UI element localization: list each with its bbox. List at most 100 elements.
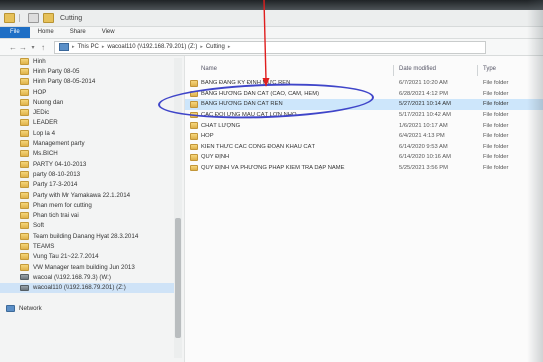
file-type: File folder xyxy=(483,101,509,108)
up-arrow-icon[interactable]: ↑ xyxy=(38,43,48,52)
nav-item-folder[interactable]: Hinh Party 08-05-2014 xyxy=(0,77,174,87)
folder-icon xyxy=(20,232,29,240)
folder-icon xyxy=(20,191,29,199)
nav-scrollbar[interactable] xyxy=(174,58,182,358)
nav-item-label: Ms.BICH xyxy=(33,150,58,158)
file-type: File folder xyxy=(483,143,509,150)
folder-icon xyxy=(20,212,29,220)
tab-share[interactable]: Share xyxy=(62,27,94,38)
folder-icon xyxy=(190,154,198,161)
nav-item-label: Hinh Party 08-05-2014 xyxy=(33,78,96,86)
column-header-date[interactable]: Date modified xyxy=(399,66,436,72)
nav-item-label: Team building Danang Hyat 28.3.2014 xyxy=(33,232,139,240)
breadcrumb-this-pc[interactable]: This PC xyxy=(75,44,102,50)
breadcrumb-drive[interactable]: wacoal110 (\\192.168.79.201) (Z:) xyxy=(104,44,200,50)
folder-icon xyxy=(20,98,29,106)
folder-icon xyxy=(20,78,29,86)
nav-item-folder[interactable]: Party 17-3-2014 xyxy=(0,180,174,190)
nav-item-folder[interactable]: Hinh Party 08-05 xyxy=(0,66,174,76)
nav-item-folder[interactable]: Phan mem for cutting xyxy=(0,200,174,210)
nav-item-folder[interactable]: Phan tich trai vai xyxy=(0,210,174,220)
folder-icon xyxy=(20,119,29,127)
nav-item-label: VW Manager team building Jun 2013 xyxy=(33,263,135,271)
nav-item-folder[interactable]: TEAMS xyxy=(0,241,174,251)
nav-item-folder[interactable]: Team building Danang Hyat 28.3.2014 xyxy=(0,231,174,241)
nav-item-folder[interactable]: Nuong dan xyxy=(0,97,174,107)
recent-locations-icon[interactable]: ▾ xyxy=(28,44,38,51)
folder-icon xyxy=(20,160,29,168)
folder-icon xyxy=(20,242,29,250)
nav-item-folder[interactable]: JEDic xyxy=(0,107,174,117)
file-name: CÁC ĐỐI ỨNG MẪU CẮT LỚN NHỎ xyxy=(201,111,297,118)
nav-item-folder[interactable]: Vung Tau 21~22.7.2014 xyxy=(0,252,174,262)
file-row[interactable]: QUY ĐỊNH 6/14/2020 10:16 AM File folder xyxy=(185,152,543,162)
file-date-modified: 6/14/2020 9:53 AM xyxy=(399,143,448,150)
nav-item-label: Management party xyxy=(33,140,85,148)
file-row[interactable]: BẢNG HƯỚNG DẪN CẮT REN 5/27/2021 10:14 AM… xyxy=(185,99,543,110)
network-drive-icon xyxy=(20,274,29,281)
folder-icon xyxy=(20,253,29,261)
network-icon xyxy=(6,304,15,312)
address-row: ← → ▾ ↑ ▸ This PC ▸ wacoal110 (\\192.168… xyxy=(0,39,543,56)
file-row[interactable]: HOP 6/4/2021 4:13 PM File folder xyxy=(185,131,543,141)
ribbon-tabs: File Home Share View xyxy=(0,27,543,39)
tab-view[interactable]: View xyxy=(94,27,123,38)
file-row[interactable]: QUY ĐỊNH VÀ PHƯƠNG PHÁP KIỂM TRA DẬP NAM… xyxy=(185,163,543,173)
nav-item-folder[interactable]: Ms.BICH xyxy=(0,149,174,159)
new-folder-icon[interactable] xyxy=(43,13,54,23)
back-arrow-icon[interactable]: ← xyxy=(8,43,18,52)
folder-icon xyxy=(190,122,198,129)
file-name: KIẾN THỨC CÁC CÔNG ĐOẠN KHÂU CẮT xyxy=(201,143,316,150)
file-row[interactable]: BẢNG HƯỚNG DẪN CẮT (CAO, CAM, HEM) 6/28/2… xyxy=(185,89,543,99)
file-list-pane: Name Date modified Type BẢNG ĐĂNG KÝ ĐỊN… xyxy=(185,56,543,362)
navigation-pane: Hinh Hinh Party 08-05 Hinh Party 08-05-201… xyxy=(0,56,185,362)
column-header-name[interactable]: Name xyxy=(201,66,217,72)
nav-item-folder[interactable]: party 08-10-2013 xyxy=(0,169,174,179)
forward-arrow-icon[interactable]: → xyxy=(18,43,28,52)
file-row[interactable]: CÁC ĐỐI ỨNG MẪU CẮT LỚN NHỎ 5/17/2021 10:… xyxy=(185,110,543,120)
breadcrumb-cutting[interactable]: Cutting xyxy=(203,44,228,50)
file-date-modified: 5/25/2021 3:56 PM xyxy=(399,164,448,171)
nav-item-drive[interactable]: wacoal110 (\\192.168.79.201) (Z:) xyxy=(0,282,174,293)
file-row[interactable]: CHẤT LƯỢNG 1/6/2021 10:17 AM File folder xyxy=(185,120,543,130)
column-header-type[interactable]: Type xyxy=(483,66,496,72)
nav-item-label: LEADER xyxy=(33,119,58,127)
file-row[interactable]: KIẾN THỨC CÁC CÔNG ĐOẠN KHÂU CẮT 6/14/202… xyxy=(185,142,543,152)
folder-icon xyxy=(190,143,198,151)
file-row[interactable]: BẢNG ĐĂNG KÝ ĐỊNH MỨC REN 6/7/2021 10:20 … xyxy=(185,78,543,88)
nav-item-folder[interactable]: HOP xyxy=(0,87,174,97)
tab-home[interactable]: Home xyxy=(30,27,62,38)
column-divider[interactable] xyxy=(393,65,394,76)
file-type: File folder xyxy=(483,111,509,118)
file-date-modified: 6/7/2021 10:20 AM xyxy=(399,80,448,87)
file-type: File folder xyxy=(483,164,509,171)
address-bar[interactable]: ▸ This PC ▸ wacoal110 (\\192.168.79.201)… xyxy=(54,40,486,54)
folder-icon xyxy=(20,181,29,189)
nav-item-folder[interactable]: Soft xyxy=(0,221,174,231)
folder-icon xyxy=(190,101,198,108)
file-name: HOP xyxy=(201,133,214,140)
nav-item-label: Vung Tau 21~22.7.2014 xyxy=(33,253,99,261)
nav-item-folder[interactable]: Hinh xyxy=(0,56,174,66)
nav-item-label: Hinh xyxy=(33,57,46,65)
title-separator xyxy=(19,14,20,22)
nav-item-folder[interactable]: Party with Mr Yamakawa 22.1.2014 xyxy=(0,190,174,200)
tab-file[interactable]: File xyxy=(0,27,30,38)
file-type: File folder xyxy=(483,133,509,140)
folder-icon xyxy=(4,13,15,23)
nav-item-folder[interactable]: Lop la 4 xyxy=(0,128,174,138)
folder-icon xyxy=(20,88,29,96)
nav-item-network[interactable]: Network xyxy=(0,303,174,313)
folder-icon xyxy=(190,133,198,140)
column-divider[interactable] xyxy=(477,65,478,76)
nav-item-folder[interactable]: VW Manager team building Jun 2013 xyxy=(0,262,174,272)
nav-item-folder[interactable]: Management party xyxy=(0,138,174,148)
file-type: File folder xyxy=(483,154,509,161)
nav-item-folder[interactable]: LEADER xyxy=(0,118,174,128)
nav-scroll-thumb[interactable] xyxy=(175,218,181,338)
nav-item-folder[interactable]: PARTY 04-10-2013 xyxy=(0,159,174,169)
properties-icon[interactable] xyxy=(28,13,39,23)
nav-item-drive[interactable]: wacoal (\\192.168.79.3) (W:) xyxy=(0,272,174,282)
nav-item-label: JEDic xyxy=(33,109,50,117)
nav-item-label: wacoal (\\192.168.79.3) (W:) xyxy=(33,273,111,281)
